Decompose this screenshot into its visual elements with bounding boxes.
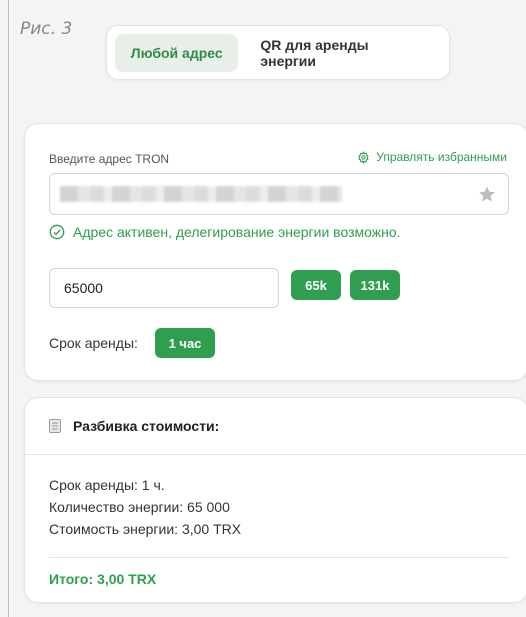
tab-qr-energy-rental[interactable]: QR для аренды энергии [246,34,441,72]
star-icon[interactable] [478,185,496,203]
tab-any-address[interactable]: Любой адрес [115,33,239,72]
address-status: Адрес активен, делегирование энергии воз… [49,224,401,240]
rental-1-hour-button[interactable]: 1 час [155,328,215,358]
document-icon [49,419,61,433]
energy-amount-input[interactable] [49,268,279,308]
check-circle-icon [49,224,65,240]
address-label: Введите адрес TRON [49,152,170,166]
cost-total: Итого: 3,00 TRX [49,571,157,587]
cost-line-energy-amount: Количество энергии: 65 000 [49,499,230,515]
tron-address-input[interactable] [49,173,509,215]
figure-label: Рис. 3 [20,19,73,39]
cost-breakdown-title: Разбивка стоимости: [73,418,220,434]
preset-131k-button[interactable]: 131k [350,270,400,300]
cost-divider [49,557,509,558]
cost-breakdown-header: Разбивка стоимости: [25,398,526,455]
cost-line-energy-price: Стоимость энергии: 3,00 TRX [49,521,242,537]
gear-icon [358,150,369,164]
manage-favorites-label: Управлять избранными [376,150,507,164]
manage-favorites-link[interactable]: Управлять избранными [357,150,507,164]
cost-breakdown-card: Разбивка стоимости: Срок аренды: 1 ч. Ко… [24,397,526,603]
address-status-text: Адрес активен, делегирование энергии воз… [73,224,401,240]
rental-term-label: Срок аренды: [49,335,138,351]
cost-line-term: Срок аренды: 1 ч. [49,477,165,493]
cost-lines: Срок аренды: 1 ч. Количество энергии: 65… [49,474,241,540]
mode-tabs: Любой адрес QR для аренды энергии [106,25,450,80]
preset-65k-button[interactable]: 65k [291,270,341,300]
address-redacted-value [60,186,342,202]
address-card: Введите адрес TRON Управлять избранными … [24,123,526,381]
